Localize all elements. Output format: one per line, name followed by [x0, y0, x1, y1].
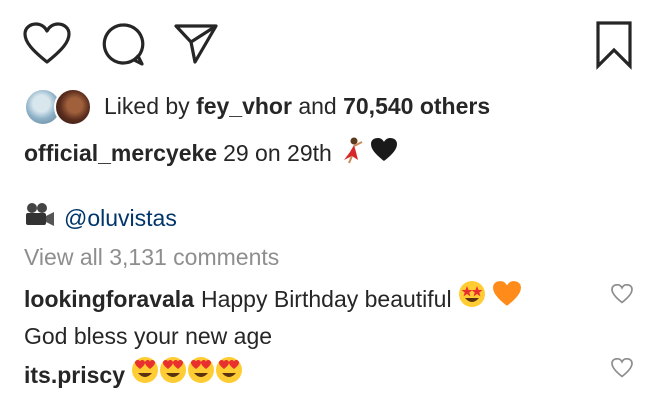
post-action-bar	[0, 0, 661, 80]
likes-prefix: Liked by	[104, 92, 190, 119]
avatar[interactable]	[54, 88, 92, 126]
heart-eyes-emoji-icon	[187, 356, 215, 394]
heart-eyes-emoji-icon	[215, 356, 243, 394]
comment-text-continued: God bless your new age	[24, 323, 273, 349]
dancer-emoji-icon	[340, 136, 366, 170]
caption-text: 29 on 29th	[223, 139, 332, 166]
likes-text[interactable]: Liked by fey_vhor and 70,540 others	[104, 93, 490, 120]
comment-bubble-icon[interactable]	[100, 22, 146, 68]
heart-eyes-emoji-icon	[131, 356, 159, 394]
orange-heart-emoji-icon	[492, 280, 522, 318]
view-all-comments-link[interactable]: View all 3,131 comments	[24, 244, 279, 271]
share-paper-plane-icon[interactable]	[173, 22, 219, 66]
like-heart-icon[interactable]	[22, 22, 72, 66]
mention-link[interactable]: @oluvistas	[64, 205, 177, 232]
likes-conjunction: and	[298, 92, 337, 119]
liker-username[interactable]: fey_vhor	[196, 93, 292, 119]
save-bookmark-icon[interactable]	[594, 20, 634, 70]
comment-username[interactable]: lookingforavala	[24, 281, 194, 317]
comment-text: Happy Birthday beautiful	[200, 286, 452, 312]
comment-username[interactable]: its.priscy	[24, 357, 125, 393]
comment-like-heart-icon[interactable]	[611, 357, 633, 383]
likes-summary: Liked by fey_vhor and 70,540 others	[24, 86, 490, 126]
likes-count[interactable]: 70,540 others	[343, 93, 490, 119]
liker-avatars	[24, 88, 92, 126]
comment-item: lookingforavala Happy Birthday beautiful…	[24, 280, 522, 354]
comment-line: lookingforavala Happy Birthday beautiful	[24, 280, 522, 318]
caption-username[interactable]: official_mercyeke	[24, 140, 217, 167]
comment-like-heart-icon[interactable]	[611, 283, 633, 309]
post-caption: official_mercyeke 29 on 29th	[24, 136, 398, 170]
video-credit: @oluvistas	[24, 202, 177, 234]
heart-eyes-emoji-icon	[159, 356, 187, 394]
black-heart-emoji-icon	[370, 137, 398, 169]
movie-camera-icon	[24, 202, 56, 234]
star-struck-emoji-icon	[458, 280, 486, 318]
comment-item: its.priscy	[24, 356, 243, 394]
